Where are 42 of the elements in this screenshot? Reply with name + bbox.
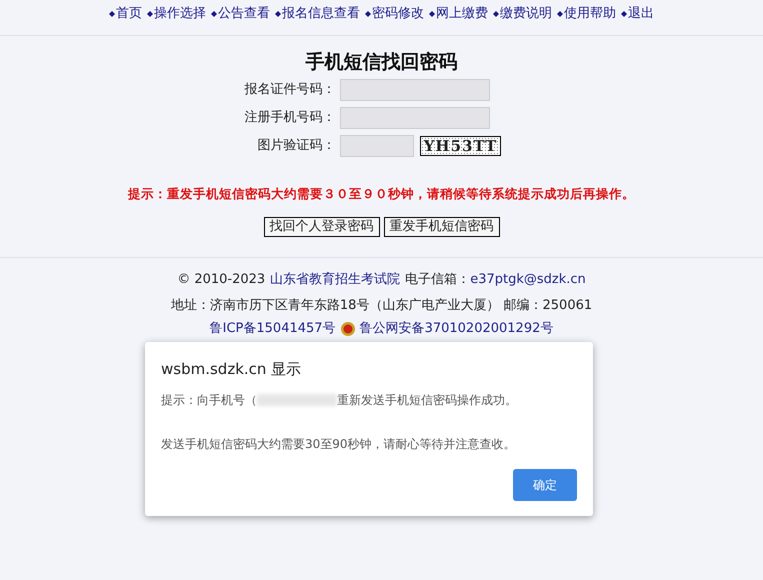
field-label: 图片验证码：: [256, 136, 336, 155]
dialog-message: 重新发送手机短信密码操作成功。: [337, 392, 517, 408]
nav-link[interactable]: 使用帮助: [557, 5, 616, 23]
nav-link[interactable]: 退出: [621, 5, 654, 23]
diamond-bullet-icon: [109, 11, 115, 17]
diamond-bullet-icon: [621, 11, 627, 17]
diamond-bullet-icon: [211, 11, 217, 17]
field-label: 报名证件号码：: [244, 80, 336, 99]
copyright-text: © 2010-2023: [177, 271, 266, 290]
dialog-note: 发送手机短信密码大约需要30至90秒钟，请耐心等待并注意查收。: [161, 436, 517, 452]
page-title: 手机短信找回密码: [306, 50, 458, 75]
nav-link[interactable]: 公告查看: [211, 5, 270, 23]
nav-link[interactable]: 网上缴费: [429, 5, 488, 23]
icp-link[interactable]: 鲁ICP备15041457号: [210, 321, 336, 338]
diamond-bullet-icon: [147, 11, 153, 17]
address-text: 地址：济南市历下区青年东路18号（山东广电产业大厦） 邮编：250061: [170, 296, 592, 315]
captcha-image: YH53TT: [420, 136, 502, 156]
nav-link[interactable]: 报名信息查看: [275, 5, 360, 23]
diamond-bullet-icon: [493, 11, 499, 17]
dialog-message: 提示：向手机号（: [161, 392, 257, 408]
input-field[interactable]: [340, 134, 414, 156]
field-label: 注册手机号码：: [244, 108, 336, 127]
form-button[interactable]: 找回个人登录密码: [264, 217, 380, 238]
email-label: 电子信箱：: [405, 271, 470, 290]
ok-button[interactable]: 确定: [513, 468, 577, 500]
diamond-bullet-icon: [275, 11, 281, 17]
diamond-bullet-icon: [429, 11, 435, 17]
hint-text: 提示：重发手机短信密码大约需要３０至９０秒钟，请稍候等待系统提示成功后再操作。: [128, 184, 635, 202]
police-badge-icon: [340, 321, 356, 338]
nav-link[interactable]: 缴费说明: [493, 5, 552, 23]
diamond-bullet-icon: [557, 11, 563, 17]
nav-link[interactable]: 首页: [109, 5, 142, 23]
nav-link[interactable]: 密码修改: [365, 5, 424, 23]
police-record-link[interactable]: 鲁公网安备37010202001292号: [360, 321, 554, 338]
input-field[interactable]: [340, 106, 490, 128]
dialog-title: wsbm.sdzk.cn 显示: [161, 359, 302, 380]
form-button[interactable]: 重发手机短信密码: [384, 217, 500, 238]
input-field[interactable]: [340, 78, 490, 100]
nav-link[interactable]: 操作选择: [147, 5, 206, 23]
email-link[interactable]: e37ptgk@sdzk.cn: [470, 270, 586, 290]
diamond-bullet-icon: [365, 11, 371, 17]
org-link[interactable]: 山东省教育招生考试院: [270, 270, 400, 290]
